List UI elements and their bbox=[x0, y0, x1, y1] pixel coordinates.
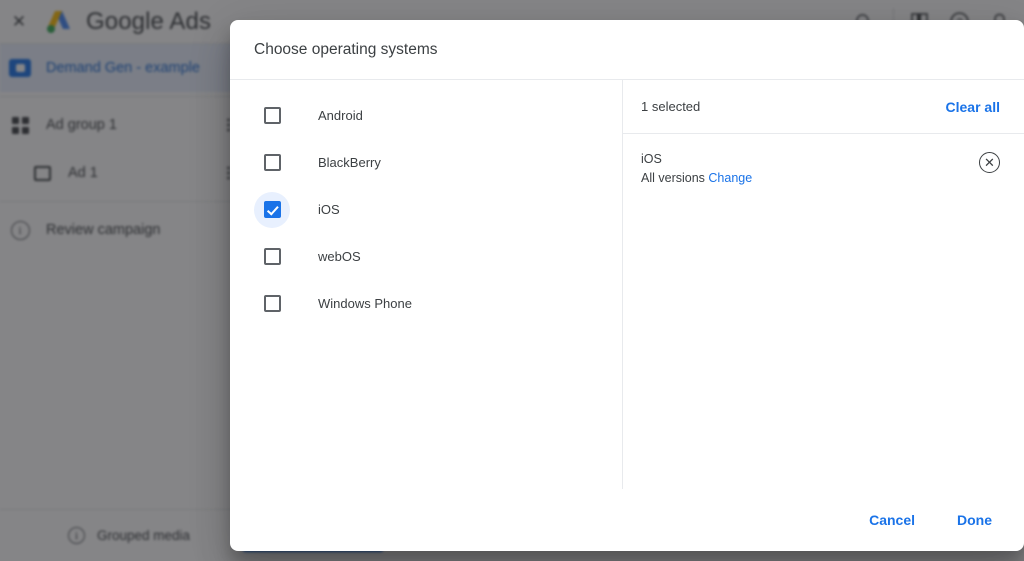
os-option-android[interactable]: Android bbox=[230, 92, 622, 139]
selected-item-versions: All versions bbox=[641, 171, 705, 186]
checkbox-unchecked-icon[interactable] bbox=[263, 107, 281, 124]
done-button[interactable]: Done bbox=[949, 504, 1000, 536]
dialog-title: Choose operating systems bbox=[254, 40, 438, 58]
os-option-label: Android bbox=[318, 108, 363, 123]
selected-item-detail: All versions Change bbox=[641, 169, 752, 188]
change-versions-link[interactable]: Change bbox=[708, 171, 752, 185]
os-options-list: Android BlackBerry iOS webOS Windows Pho… bbox=[230, 80, 622, 489]
os-option-ios[interactable]: iOS bbox=[230, 186, 622, 233]
checkbox-wrap bbox=[254, 286, 290, 322]
selected-item-name: iOS bbox=[641, 152, 662, 166]
os-option-windows-phone[interactable]: Windows Phone bbox=[230, 280, 622, 327]
dialog-header: Choose operating systems bbox=[230, 20, 1024, 80]
choose-operating-systems-dialog: Choose operating systems Android BlackBe… bbox=[230, 20, 1024, 551]
selection-panel: 1 selected Clear all iOS All versions Ch… bbox=[623, 80, 1024, 489]
checkbox-wrap bbox=[254, 98, 290, 134]
checkbox-checked-icon[interactable] bbox=[263, 201, 281, 218]
os-option-label: Windows Phone bbox=[318, 296, 412, 311]
remove-circle-icon[interactable]: ✕ bbox=[979, 152, 1000, 173]
os-option-label: iOS bbox=[318, 202, 340, 217]
cancel-button[interactable]: Cancel bbox=[861, 504, 923, 536]
clear-all-button[interactable]: Clear all bbox=[946, 99, 1000, 115]
checkbox-wrap bbox=[254, 145, 290, 181]
selection-header: 1 selected Clear all bbox=[623, 80, 1024, 134]
checkbox-wrap bbox=[254, 239, 290, 275]
os-option-blackberry[interactable]: BlackBerry bbox=[230, 139, 622, 186]
dialog-body: Android BlackBerry iOS webOS Windows Pho… bbox=[230, 80, 1024, 489]
selected-item-text: iOS All versions Change bbox=[641, 150, 752, 189]
checkbox-unchecked-icon[interactable] bbox=[263, 248, 281, 265]
checkbox-unchecked-icon[interactable] bbox=[263, 295, 281, 312]
dialog-footer: Cancel Done bbox=[230, 489, 1024, 551]
selected-count-label: 1 selected bbox=[641, 99, 701, 114]
os-option-label: webOS bbox=[318, 249, 361, 264]
os-option-webos[interactable]: webOS bbox=[230, 233, 622, 280]
checkbox-unchecked-icon[interactable] bbox=[263, 154, 281, 171]
checkbox-wrap bbox=[254, 191, 290, 228]
os-option-label: BlackBerry bbox=[318, 155, 381, 170]
selected-item-ios: iOS All versions Change ✕ bbox=[623, 134, 1024, 189]
